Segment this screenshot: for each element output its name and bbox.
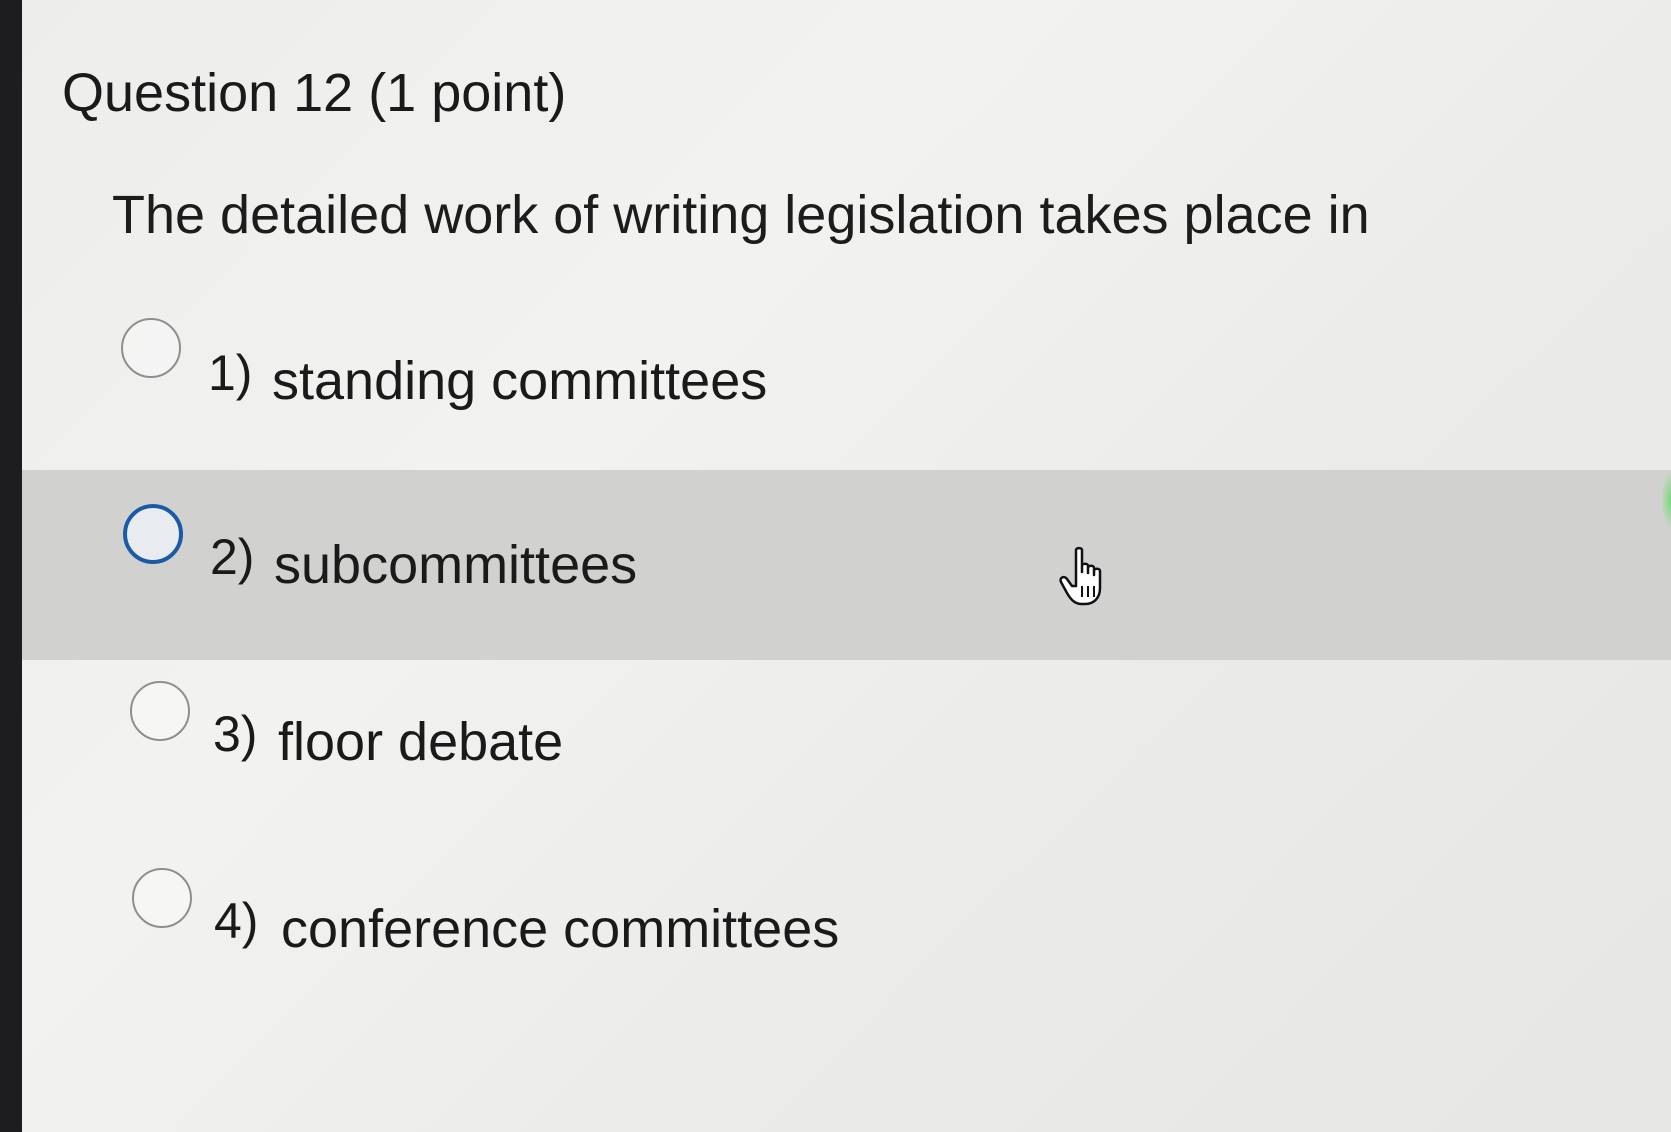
option-label-3[interactable]: floor debate	[278, 711, 563, 773]
answer-option-4[interactable]: 4) conference committees	[22, 850, 1671, 1040]
option-number-1: 1)	[208, 345, 253, 401]
option-number-2: 2)	[210, 529, 255, 585]
option-number-4: 4)	[214, 893, 259, 949]
option-label-4[interactable]: conference committees	[281, 898, 839, 960]
edge-light-reflection	[1661, 470, 1671, 530]
answer-option-1[interactable]: 1) standing committees	[22, 290, 1671, 480]
option-label-2[interactable]: subcommittees	[274, 534, 637, 596]
option-label-1[interactable]: standing committees	[272, 350, 767, 412]
question-prompt: The detailed work of writing legislation…	[112, 185, 1370, 245]
radio-button-3[interactable]	[130, 681, 190, 741]
answer-option-3[interactable]: 3) floor debate	[22, 665, 1671, 855]
option-number-3: 3)	[213, 706, 258, 762]
answer-option-2[interactable]: 2) subcommittees	[22, 470, 1671, 660]
radio-button-4[interactable]	[132, 868, 192, 928]
quiz-page: Question 12 (1 point) The detailed work …	[22, 0, 1671, 1132]
hand-pointer-icon	[1059, 546, 1102, 606]
question-title: Question 12 (1 point)	[62, 63, 567, 123]
radio-button-2[interactable]	[123, 504, 183, 564]
radio-button-1[interactable]	[121, 318, 181, 378]
